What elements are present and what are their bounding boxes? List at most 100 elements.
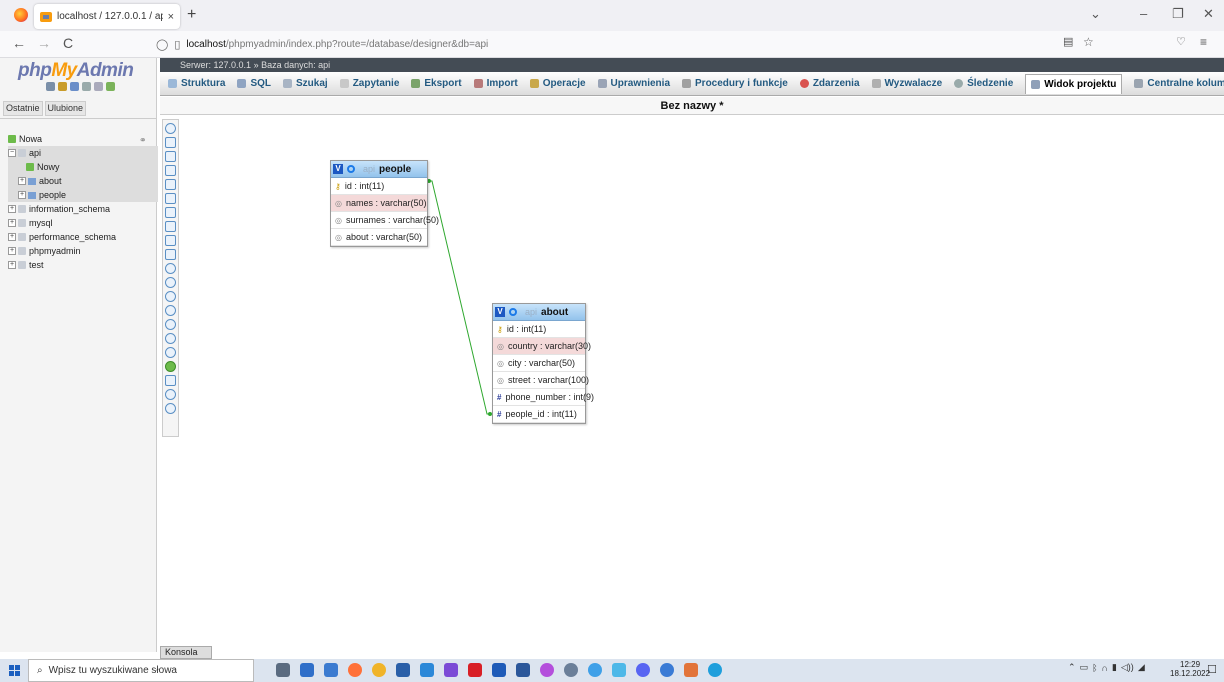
toggle-columns-button[interactable]: V (495, 307, 505, 317)
app-icon[interactable] (612, 663, 626, 677)
field-row[interactable]: ⚷ id : int(11) (493, 321, 585, 338)
visual-studio-icon[interactable] (444, 663, 458, 677)
export-schema-icon[interactable] (165, 375, 176, 386)
tab-export[interactable]: Eksport (411, 78, 462, 89)
breadcrumb-server[interactable]: Serwer: 127.0.0.1 (180, 60, 251, 70)
field-row[interactable]: ◎ surnames : varchar(50) (331, 212, 439, 229)
reload-nav-icon[interactable] (106, 82, 115, 91)
tab-import[interactable]: Import (473, 78, 518, 89)
settings-icon[interactable] (94, 82, 103, 91)
save-as-icon[interactable] (165, 207, 176, 218)
tab-structure[interactable]: Struktura (168, 78, 225, 89)
tree-new-database[interactable]: Nowa (8, 132, 158, 146)
expand-icon[interactable]: + (18, 177, 26, 185)
new-tab-button[interactable]: + (187, 6, 196, 24)
chrome-icon[interactable] (372, 663, 386, 677)
eye-icon[interactable] (347, 165, 355, 173)
phpmyadmin-logo[interactable]: phpMyAdmin (18, 60, 134, 82)
store-icon[interactable] (324, 663, 338, 677)
tree-db-mysql[interactable]: + mysql (8, 216, 158, 230)
forward-button[interactable]: → (37, 35, 51, 51)
wifi-icon[interactable]: ◢ (1138, 662, 1145, 673)
github-icon[interactable] (564, 663, 578, 677)
url-bar[interactable]: ◯ ▯ localhost/phpmyadmin/index.php?route… (150, 34, 1060, 54)
battery-icon[interactable]: ▭ (1080, 662, 1089, 673)
firefox-icon[interactable] (14, 8, 28, 22)
file-explorer-icon[interactable] (300, 663, 314, 677)
eye-icon[interactable] (509, 308, 517, 316)
create-relation-icon[interactable] (165, 249, 176, 260)
back-button[interactable]: ← (12, 35, 26, 51)
chevron-up-icon[interactable]: ⌃ (1068, 662, 1076, 673)
move-menu-icon[interactable] (165, 403, 176, 414)
menu-icon[interactable]: ≡ (1200, 35, 1207, 49)
tab-recent[interactable]: Ostatnie (3, 101, 43, 116)
table-header[interactable]: V api people (331, 161, 427, 178)
start-button[interactable] (0, 659, 28, 682)
tree-table-people[interactable]: + people (8, 188, 158, 202)
expand-icon[interactable]: + (8, 205, 16, 213)
app-icon[interactable] (396, 663, 410, 677)
field-row[interactable]: # people_id : int(11) (493, 406, 585, 423)
browser-app-icon[interactable] (588, 663, 602, 677)
headset-icon[interactable]: ∩ (1101, 663, 1107, 673)
show-all-icon[interactable] (165, 123, 176, 134)
minimize-icon[interactable]: – (1140, 6, 1147, 21)
build-query-icon[interactable] (165, 389, 176, 400)
expand-icon[interactable]: + (8, 233, 16, 241)
edge-icon[interactable] (708, 663, 722, 677)
table-header[interactable]: V api about (493, 304, 585, 321)
choose-column-icon[interactable] (165, 263, 176, 274)
add-tables-icon[interactable] (165, 151, 176, 162)
console-button[interactable]: Konsola (160, 646, 212, 659)
expand-icon[interactable]: + (18, 191, 26, 199)
outlook-icon[interactable] (492, 663, 506, 677)
sql-query-icon[interactable] (70, 82, 79, 91)
field-row[interactable]: ◎ city : varchar(50) (493, 355, 585, 372)
breadcrumb-db[interactable]: Baza danych: api (261, 60, 330, 70)
firefox-app-icon[interactable] (348, 663, 362, 677)
close-window-icon[interactable]: ✕ (1203, 6, 1214, 22)
bluetooth-icon[interactable]: ᛒ (1092, 663, 1097, 673)
pocket-icon[interactable]: ♡ (1176, 35, 1186, 48)
browser-tab[interactable]: localhost / 127.0.0.1 / api | php × (34, 4, 180, 29)
taskbar-clock[interactable]: 12:29 18.12.2022 (1170, 660, 1210, 678)
tab-events[interactable]: Zdarzenia (799, 78, 860, 89)
toggle-small-big-icon[interactable] (165, 347, 176, 358)
discord-icon[interactable] (636, 663, 650, 677)
tree-db-phpmyadmin[interactable]: + phpmyadmin (8, 244, 158, 258)
docs-icon[interactable] (82, 82, 91, 91)
tree-db-test[interactable]: + test (8, 258, 158, 272)
app-icon[interactable] (684, 663, 698, 677)
chevron-down-icon[interactable]: ⌄ (1090, 6, 1101, 22)
small-big-icon[interactable] (165, 333, 176, 344)
volume-icon[interactable]: ◁)) (1121, 662, 1134, 673)
angular-links-icon[interactable] (165, 305, 176, 316)
tree-db-api[interactable]: − api (8, 146, 158, 160)
help-icon[interactable] (165, 291, 176, 302)
field-row[interactable]: # phone_number : int(9) (493, 389, 594, 406)
tab-sql[interactable]: SQL (237, 78, 271, 89)
delete-page-icon[interactable] (165, 221, 176, 232)
field-row[interactable]: ◎ country : varchar(30) (493, 338, 591, 355)
task-view-icon[interactable] (276, 663, 290, 677)
home-icon[interactable] (46, 82, 55, 91)
collapse-icon[interactable]: − (8, 149, 16, 157)
field-row[interactable]: ◎ about : varchar(50) (331, 229, 427, 246)
expand-icon[interactable]: + (8, 247, 16, 255)
mic-icon[interactable]: ▮ (1112, 662, 1117, 673)
toggle-columns-button[interactable]: V (333, 164, 343, 174)
close-tab-icon[interactable]: × (168, 11, 174, 23)
tree-db-information-schema[interactable]: + information_schema (8, 202, 158, 216)
field-row[interactable]: ⚷ id : int(11) (331, 178, 427, 195)
tab-query[interactable]: Zapytanie (339, 78, 399, 89)
open-page-icon[interactable] (165, 179, 176, 190)
new-page-icon[interactable] (165, 165, 176, 176)
designer-table-people[interactable]: V api people ⚷ id : int(11) ◎ names : varc… (330, 160, 439, 247)
tree-api-new-table[interactable]: Nowy (8, 160, 158, 174)
tab-central-columns[interactable]: Centralne kolumny (1134, 78, 1224, 89)
app-icon[interactable] (660, 663, 674, 677)
tab-operations[interactable]: Operacje (529, 78, 586, 89)
expand-icon[interactable]: + (8, 261, 16, 269)
tab-search[interactable]: Szukaj (283, 78, 328, 89)
